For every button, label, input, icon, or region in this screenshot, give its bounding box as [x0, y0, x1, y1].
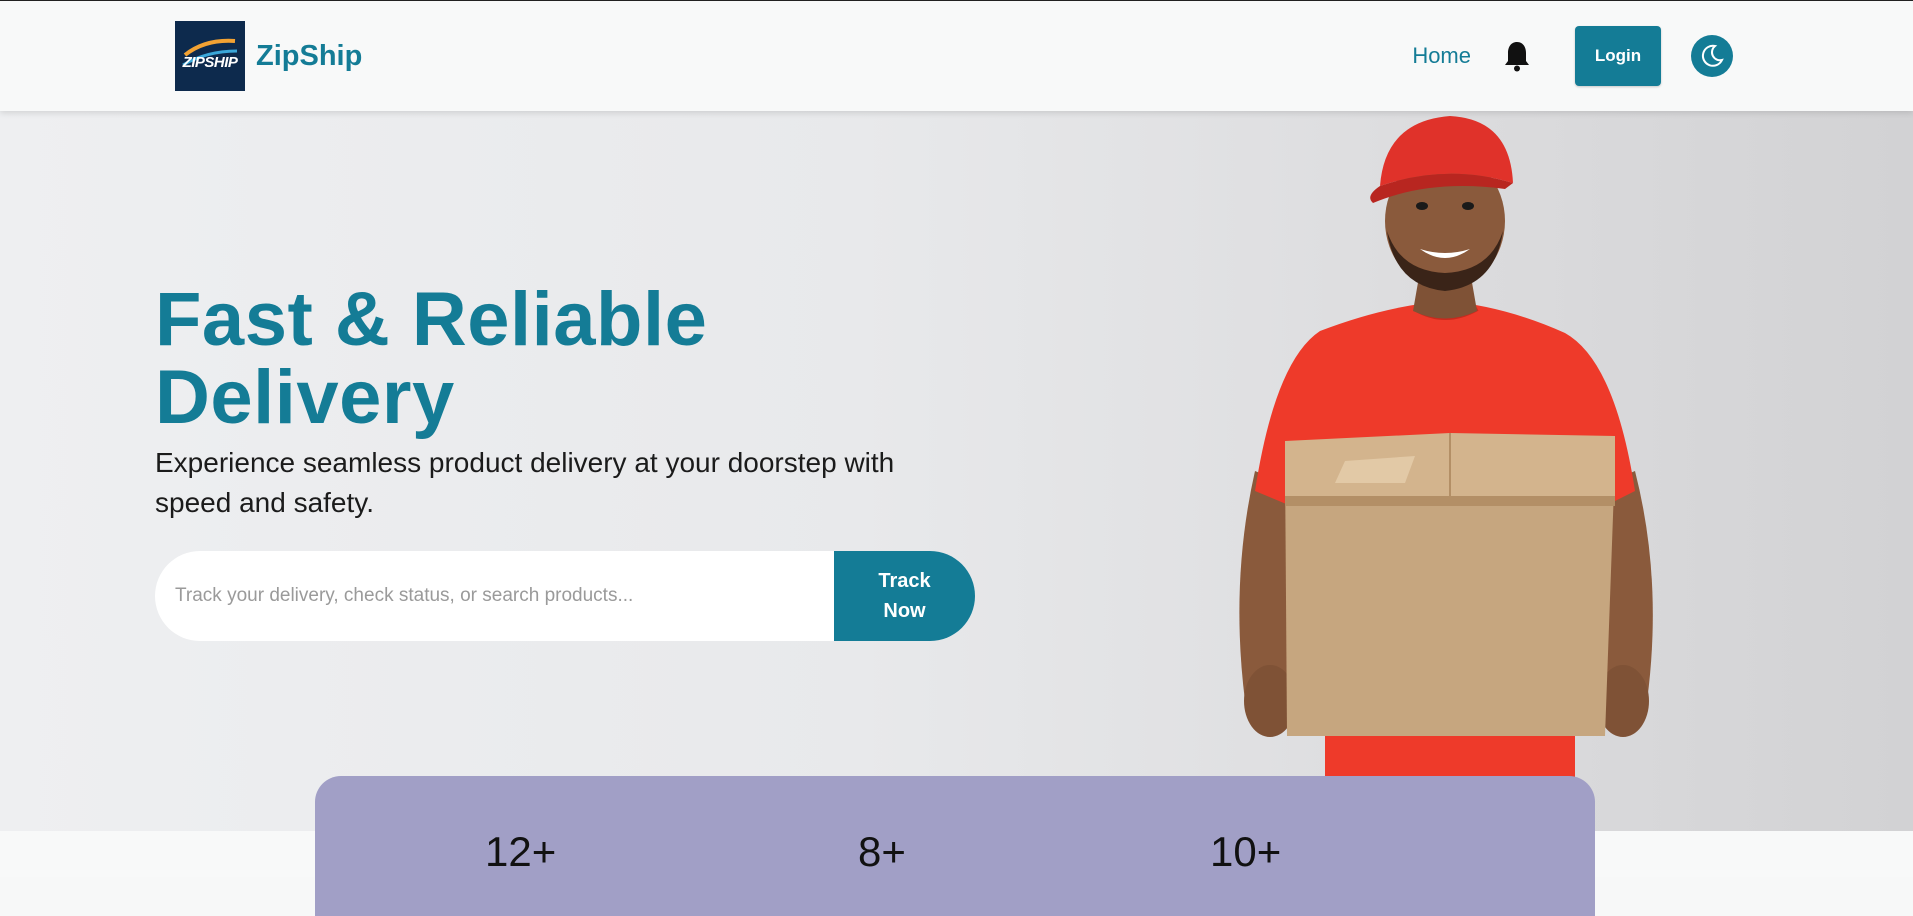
- zipship-logo: ZIPSHIP: [175, 21, 245, 91]
- tracking-search-input[interactable]: [155, 551, 834, 641]
- brand-name: ZipShip: [256, 39, 363, 72]
- moon-icon: [1701, 44, 1724, 67]
- logo-wordmark: ZIPSHIP: [182, 54, 239, 71]
- hero-section: Fast & Reliable Delivery Experience seam…: [0, 111, 1913, 831]
- stat-value: 8+: [858, 828, 906, 875]
- hero-title-line2: Delivery: [155, 355, 455, 440]
- bell-icon[interactable]: [1501, 39, 1533, 73]
- stats-card: 12+ 8+ 10+: [315, 776, 1595, 916]
- stat-value: 12+: [485, 828, 557, 875]
- navbar: ZIPSHIP ZipShip Home Login: [0, 1, 1913, 111]
- nav-home-link[interactable]: Home: [1412, 43, 1471, 69]
- hero-title: Fast & Reliable Delivery: [155, 281, 707, 437]
- login-button[interactable]: Login: [1575, 26, 1661, 86]
- track-now-button[interactable]: Track Now: [834, 551, 975, 641]
- delivery-person-image: [1239, 116, 1653, 831]
- zipship-logo-icon: ZIPSHIP: [175, 21, 245, 91]
- stat-value: 10+: [1210, 828, 1282, 875]
- hero-title-line1: Fast & Reliable: [155, 277, 708, 362]
- nav-actions: Home Login: [1412, 26, 1733, 86]
- theme-toggle-button[interactable]: [1691, 35, 1733, 77]
- tracking-search-bar: Track Now: [155, 551, 975, 641]
- hero-subtitle: Experience seamless product delivery at …: [155, 447, 895, 518]
- brand[interactable]: ZIPSHIP ZipShip: [175, 21, 362, 91]
